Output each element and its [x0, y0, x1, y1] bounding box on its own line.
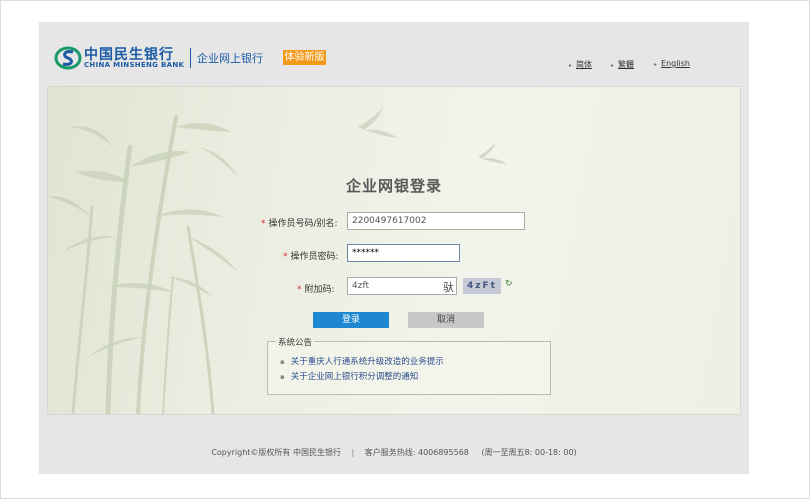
lang-traditional-link[interactable]: 繁體: [611, 59, 634, 70]
system-notice-box: 系统公告 关于重庆人行通系统升级改造的业务提示 关于企业网上银行积分调整的通知: [267, 336, 551, 395]
lang-english-link[interactable]: English: [654, 59, 690, 68]
password-input[interactable]: ******: [347, 244, 460, 262]
footer-hotline: 客户服务热线: 4006895568: [364, 448, 469, 457]
required-mark: *: [297, 285, 302, 295]
captcha-keyboard-icon[interactable]: 驮: [443, 279, 454, 295]
cancel-button[interactable]: 取消: [408, 312, 484, 328]
header-divider: [190, 48, 191, 68]
notice-item[interactable]: 关于企业网上银行积分调整的通知: [280, 370, 419, 382]
login-button[interactable]: 登录: [313, 312, 389, 328]
lang-simplified-link[interactable]: 简体: [569, 59, 592, 70]
required-mark: *: [261, 219, 266, 229]
login-area: 企业网银登录 * 操作员号码/别名: 2200497617002 * 操作员密码: …: [47, 86, 741, 415]
try-new-version-badge[interactable]: 体验新版: [283, 50, 326, 65]
page-frame: 中国民生银行 CHINA MINSHENG BANK 企业网上银行 体验新版 简…: [0, 0, 810, 499]
required-mark: *: [283, 252, 288, 262]
product-subtitle: 企业网上银行: [197, 52, 263, 65]
refresh-captcha-icon[interactable]: ↻: [505, 279, 513, 289]
footer-copyright: Copyright©版权所有 中国民生银行: [211, 448, 341, 457]
operator-id-input[interactable]: 2200497617002: [347, 212, 525, 230]
operator-label: * 操作员号码/别名:: [261, 219, 338, 229]
login-title: 企业网银登录: [345, 177, 442, 195]
footer: Copyright©版权所有 中国民生银行 | 客户服务热线: 40068955…: [39, 447, 749, 458]
captcha-label: * 附加码:: [297, 285, 335, 295]
logo-english-name: CHINA MINSHENG BANK: [84, 61, 185, 69]
main-panel: 中国民生银行 CHINA MINSHENG BANK 企业网上银行 体验新版 简…: [39, 22, 749, 474]
captcha-input[interactable]: 4zft: [347, 277, 457, 295]
notice-title: 系统公告: [276, 336, 315, 348]
captcha-image: 4zFt: [463, 278, 501, 294]
password-label: * 操作员密码:: [283, 252, 339, 262]
footer-hours: (周一至周五8: 00-18: 00): [481, 448, 577, 457]
minsheng-logo-icon: [54, 46, 82, 70]
footer-separator: |: [351, 448, 355, 457]
notice-item[interactable]: 关于重庆人行通系统升级改造的业务提示: [280, 355, 444, 367]
